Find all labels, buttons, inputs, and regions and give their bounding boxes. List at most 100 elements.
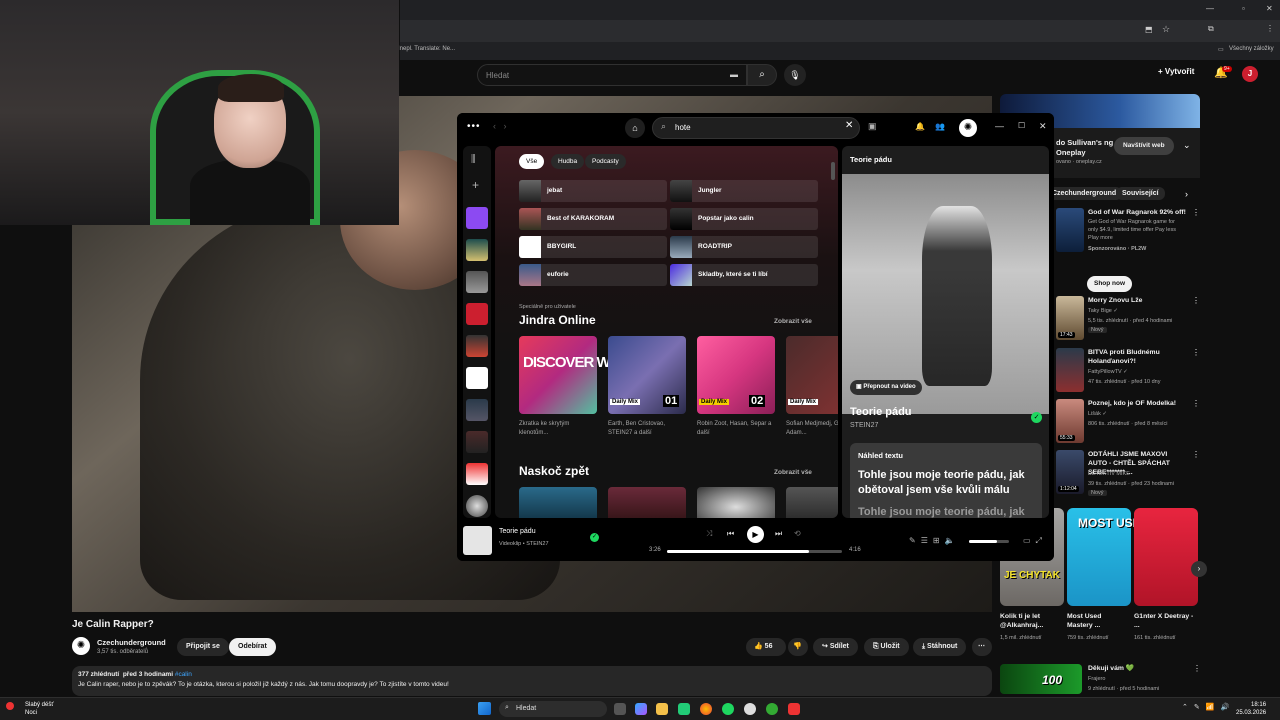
more-vert-icon[interactable]: ⋮	[1192, 296, 1200, 305]
weather-icon[interactable]	[6, 702, 14, 710]
now-playing-title[interactable]: Teorie pádu	[850, 406, 912, 418]
file-explorer-icon[interactable]	[656, 703, 668, 715]
more-vert-icon[interactable]: ⋮	[1192, 348, 1200, 357]
chip-podcasts[interactable]: Podcasty	[585, 154, 626, 169]
quick-item[interactable]: jebat	[519, 180, 667, 202]
restore-icon[interactable]: ▫	[1242, 4, 1245, 13]
show-all-link[interactable]: Zobrazit vše	[774, 469, 812, 476]
more-vert-icon[interactable]: ⋮	[1192, 450, 1200, 459]
previous-icon[interactable]: ⏮	[727, 529, 734, 539]
quick-item[interactable]: Popstar jako calin	[670, 208, 818, 230]
dislike-button[interactable]: 👎	[788, 638, 808, 656]
library-playlist[interactable]	[466, 303, 488, 325]
keyboard-icon[interactable]: ▬	[730, 70, 738, 79]
reco-channel[interactable]: DETEKTIV MIKE	[1088, 471, 1130, 477]
now-playing-artist[interactable]: STEIN27	[850, 422, 878, 429]
app-icon[interactable]	[766, 703, 778, 715]
play-icon[interactable]: ▶	[747, 526, 764, 543]
lyrics-preview[interactable]: Náhled textu Tohle jsou moje teorie pádu…	[850, 443, 1042, 518]
channel-name[interactable]: Czechunderground	[97, 638, 166, 647]
search-icon[interactable]: ⌕	[747, 64, 777, 86]
short-title[interactable]: G1nter X Deetray - ...	[1134, 612, 1194, 630]
spotify-icon[interactable]	[722, 703, 734, 715]
repeat-icon[interactable]: ⟲	[794, 529, 801, 538]
clear-search-icon[interactable]: ✕	[845, 120, 853, 131]
shuffle-icon[interactable]: ⤨	[706, 529, 712, 539]
jump-back-card[interactable]	[608, 487, 686, 518]
bookmark-star-icon[interactable]: ☆	[1162, 24, 1170, 35]
bookmark-translate[interactable]: Inepl. Translate: Ne...	[398, 46, 455, 52]
visit-site-button[interactable]: Navštívit web	[1114, 137, 1174, 155]
microphone-icon[interactable]: 🎙	[784, 64, 806, 86]
reco-thumbnail[interactable]	[1000, 664, 1082, 694]
minimize-icon[interactable]: —	[1206, 4, 1214, 13]
install-icon[interactable]: ⬒	[1145, 25, 1153, 34]
bell-icon[interactable]: 🔔	[915, 122, 925, 131]
discover-weekly-card[interactable]	[519, 336, 597, 414]
chrome-icon[interactable]	[700, 703, 712, 715]
more-vert-icon[interactable]: ⋮	[1193, 664, 1201, 673]
reco-channel[interactable]: FattyPillowTV ✓	[1088, 369, 1128, 375]
library-playlist[interactable]	[466, 463, 488, 485]
library-playlist[interactable]	[466, 239, 488, 261]
copilot-icon[interactable]	[635, 703, 647, 715]
jump-back-card[interactable]	[697, 487, 775, 518]
switch-to-video-button[interactable]: ▣ Přepnout na video	[850, 380, 922, 395]
jump-back-card[interactable]	[786, 487, 838, 518]
taskbar-search[interactable]: Hledat	[499, 701, 607, 717]
quick-item[interactable]: BBYGIRL	[519, 236, 667, 258]
more-vert-icon[interactable]: ⋮	[1192, 399, 1200, 408]
chip-related[interactable]: Související	[1116, 187, 1165, 200]
quick-item[interactable]: euforie	[519, 264, 667, 286]
system-tray-icons[interactable]: ⌃✎📶🔊	[1182, 703, 1235, 711]
jump-back-card[interactable]	[519, 487, 597, 518]
clock[interactable]: 18:16 25.03.2026	[1236, 701, 1266, 717]
short-title[interactable]: Kolik ti je let @Alkanhraj...	[1000, 612, 1060, 630]
all-bookmarks-link[interactable]: Všechny záložky	[1229, 46, 1274, 52]
spotify-search-input[interactable]: hote	[652, 117, 860, 139]
scrollbar[interactable]	[831, 162, 835, 180]
like-button[interactable]: 👍 56	[746, 638, 786, 656]
player-title[interactable]: Teorie pádu	[499, 528, 536, 535]
quick-item[interactable]: Best of KARAKORAM	[519, 208, 667, 230]
maximize-icon[interactable]: ☐	[1018, 121, 1025, 130]
library-playlist[interactable]	[466, 335, 488, 357]
chip-all[interactable]: Vše	[519, 154, 545, 169]
create-button[interactable]: + Vytvořit	[1158, 67, 1194, 76]
windows-start-icon[interactable]	[478, 702, 491, 715]
reco-channel[interactable]: Frajero	[1088, 676, 1105, 682]
reco-title[interactable]: Děkuji vám 💚	[1088, 664, 1134, 672]
browse-icon[interactable]: ▣	[868, 121, 877, 132]
short-thumbnail[interactable]	[1134, 508, 1198, 606]
hashtag-link[interactable]: #calin	[175, 671, 192, 678]
avatar[interactable]: J	[1242, 66, 1258, 82]
close-icon[interactable]: ✕	[1266, 4, 1273, 13]
app-icon[interactable]	[744, 703, 756, 715]
more-actions-icon[interactable]: ⋯	[972, 638, 992, 656]
share-button[interactable]: ↪ Sdílet	[813, 638, 858, 656]
description-box[interactable]: 377 zhlédnutí před 3 hodinami #calin Je …	[72, 666, 992, 696]
quick-item[interactable]: Skladby, které se ti líbí	[670, 264, 818, 286]
show-all-link[interactable]: Zobrazit vše	[774, 318, 812, 325]
library-playlist[interactable]	[466, 271, 488, 293]
chip-channel[interactable]: Czechunderground	[1046, 187, 1123, 200]
browser-address-bar[interactable]: ⬒ ☆ ⧉ ⋮	[400, 20, 1280, 42]
channel-avatar[interactable]: ✺	[72, 637, 90, 655]
check-icon[interactable]: ✓	[590, 533, 599, 542]
shop-now-button[interactable]: Shop now	[1087, 276, 1133, 292]
short-title[interactable]: Most Used Mastery ...	[1067, 612, 1127, 630]
chip-music[interactable]: Hudba	[551, 154, 585, 169]
player-artwork[interactable]	[463, 526, 492, 555]
library-playlist[interactable]	[466, 431, 488, 453]
app-icon[interactable]	[788, 703, 800, 715]
section-title[interactable]: Naskoč zpět	[519, 464, 589, 478]
more-menu-icon[interactable]: •••	[467, 121, 481, 132]
close-icon[interactable]: ✕	[1039, 121, 1047, 132]
plus-icon[interactable]: +	[472, 178, 479, 192]
join-button[interactable]: Připojit se	[177, 638, 229, 656]
chevron-right-icon[interactable]: ›	[1185, 189, 1188, 199]
player-extra-icons[interactable]: ✎☰⊞🔈	[909, 536, 960, 545]
save-button[interactable]: ⎘ Uložit	[864, 638, 909, 656]
store-icon[interactable]	[678, 703, 690, 715]
download-button[interactable]: ⤓ Stáhnout	[913, 638, 967, 656]
